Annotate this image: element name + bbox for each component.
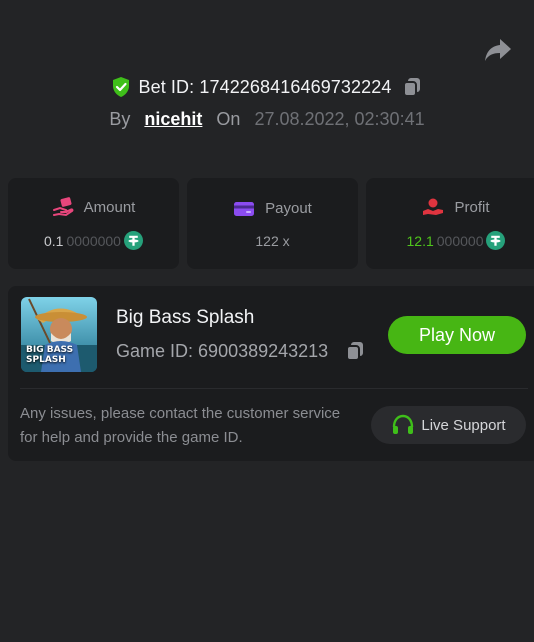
amount-label: Amount (83, 198, 136, 216)
bet-id-row: Bet ID: 1742268416469732224 (0, 73, 534, 101)
bet-meta-row: By nicehit On 27.08.2022, 02:30:41 (0, 109, 534, 130)
bet-id-label: Bet ID: (138, 76, 195, 97)
by-label: By (109, 109, 131, 129)
amount-value-rest: 0000000 (66, 232, 121, 249)
tether-icon (486, 231, 506, 250)
divider (20, 388, 528, 389)
verified-shield-icon (112, 77, 129, 97)
game-name[interactable]: Big Bass Splash (116, 307, 254, 329)
game-thumbnail[interactable]: BIG BASS SPLASH (21, 297, 97, 372)
profit-value-main: 12.1 (406, 232, 434, 249)
support-message: Any issues, please contact the customer … (20, 405, 341, 446)
profit-icon (423, 198, 444, 215)
payout-card-icon (234, 201, 255, 216)
game-id-label: Game ID: (116, 340, 194, 361)
bet-stats: Amount 0.1 0000000 Payout 122 x Profit 1… (8, 178, 534, 269)
game-id-value: 6900389243213 (198, 340, 329, 361)
bet-details-panel: Bet ID: 1742268416469732224 By nicehit O… (0, 0, 534, 642)
play-now-button[interactable]: Play Now (388, 316, 526, 354)
payout-value-text: 122 x (255, 232, 290, 249)
share-icon[interactable] (484, 37, 512, 63)
game-id-text: Game ID: 6900389243213 (116, 341, 328, 362)
amount-value-main: 0.1 (44, 232, 64, 249)
on-label: On (216, 109, 241, 129)
bet-header: Bet ID: 1742268416469732224 By nicehit O… (0, 73, 534, 130)
amount-value: 0.1 0000000 (44, 231, 143, 250)
bet-id-text: Bet ID: 1742268416469732224 (139, 77, 392, 98)
amount-icon (52, 197, 74, 217)
profit-value-rest: 000000 (436, 232, 484, 249)
live-support-label: Live Support (421, 416, 506, 434)
profit-card: Profit 12.1 000000 (366, 178, 534, 269)
profit-label: Profit (454, 198, 490, 216)
tether-icon (123, 231, 143, 250)
headset-icon (393, 414, 414, 434)
thumb-title-line-1: BIG BASS (26, 345, 74, 355)
payout-label: Payout (265, 200, 312, 217)
game-card: BIG BASS SPLASH Big Bass Splash Game ID:… (8, 286, 534, 461)
live-support-button[interactable]: Live Support (371, 406, 526, 444)
copy-bet-id-icon[interactable] (401, 76, 423, 98)
bet-datetime: 27.08.2022, 02:30:41 (254, 109, 425, 129)
bet-id-value: 1742268416469732224 (199, 76, 392, 97)
username-link[interactable]: nicehit (144, 109, 202, 130)
thumb-title-line-2: SPLASH (26, 355, 66, 365)
game-id-row: Game ID: 6900389243213 (116, 340, 366, 362)
payout-value: 122 x (255, 233, 289, 249)
profit-value: 12.1 000000 (407, 231, 506, 250)
payout-card: Payout 122 x (187, 178, 358, 269)
amount-card: Amount 0.1 0000000 (8, 178, 179, 269)
copy-game-id-icon[interactable] (344, 340, 366, 362)
